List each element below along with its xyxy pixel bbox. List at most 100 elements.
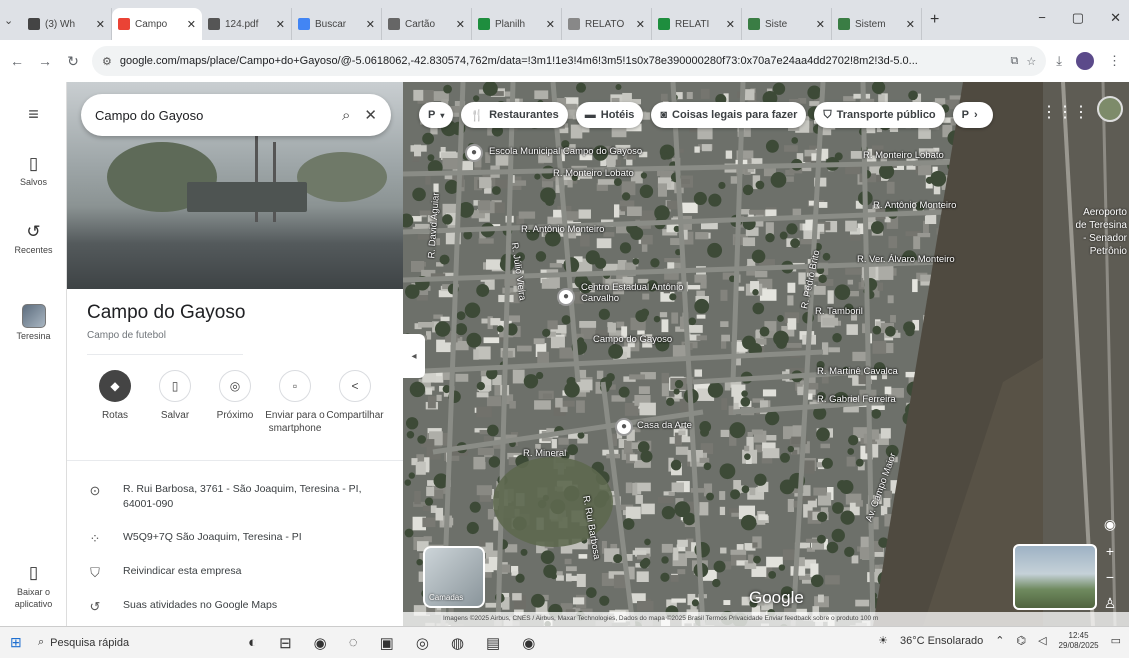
close-tab-icon[interactable]: ✕ xyxy=(546,18,555,31)
close-window-icon[interactable]: ✕ xyxy=(1110,10,1121,26)
profile-avatar[interactable] xyxy=(1076,52,1094,70)
map-tree xyxy=(817,511,828,523)
poi-pin[interactable]: ● xyxy=(615,418,633,436)
poi-pin[interactable]: ● xyxy=(557,288,575,306)
new-tab-button[interactable]: + xyxy=(930,11,939,29)
my-location-icon[interactable]: ◉ xyxy=(1104,516,1116,533)
collapse-panel-button[interactable]: ◂ xyxy=(403,334,425,378)
forward-icon[interactable]: → xyxy=(36,53,54,69)
app-icon[interactable]: ◎ xyxy=(416,634,429,652)
notifications-icon[interactable]: ▭ xyxy=(1111,634,1121,647)
browser-tab[interactable]: (3) Wh ✕ xyxy=(22,8,112,40)
edge-icon[interactable]: ◌ xyxy=(349,634,358,652)
tab-search-icon[interactable]: ⌄ xyxy=(4,14,22,27)
chip-things-to-do[interactable]: ◙ Coisas legais para fazer xyxy=(651,102,807,128)
browser-tab[interactable]: RELATÓ ✕ xyxy=(562,8,652,40)
app-icon[interactable]: ◍ xyxy=(451,634,464,652)
save-button[interactable]: ▯ Salvar xyxy=(145,370,205,435)
app-icon[interactable]: ▤ xyxy=(486,634,500,652)
close-tab-icon[interactable]: ✕ xyxy=(187,18,196,31)
task-view-icon[interactable]: ⊟ xyxy=(279,634,292,652)
reload-icon[interactable]: ↻ xyxy=(64,53,82,70)
chrome-icon[interactable]: ◉ xyxy=(522,634,535,652)
rail-saved[interactable]: ▯ Salvos xyxy=(0,154,67,187)
chip-hotels[interactable]: ▬ Hotéis xyxy=(575,102,644,128)
google-apps-icon[interactable]: ⋮⋮⋮ xyxy=(1041,102,1089,122)
layer-toggle-chip[interactable]: P ▾ xyxy=(419,102,454,128)
chip-parking[interactable]: P › xyxy=(952,102,993,128)
close-tab-icon[interactable]: ✕ xyxy=(276,18,285,31)
layers-button[interactable]: Camadas xyxy=(423,546,485,608)
poi-pin[interactable]: ● xyxy=(465,144,483,162)
minimize-icon[interactable]: − xyxy=(1038,10,1046,26)
browser-tab[interactable]: 124.pdf ✕ xyxy=(202,8,292,40)
network-icon[interactable]: ⌬ xyxy=(1016,634,1026,647)
place-actions: ◆ Rotas ▯ Salvar ◎ Próximo ▫ Enviar para… xyxy=(85,370,395,435)
rail-recent[interactable]: ↺ Recentes xyxy=(0,222,67,255)
chip-restaurants[interactable]: 🍴 Restaurantes xyxy=(461,102,568,128)
maximize-icon[interactable]: ▢ xyxy=(1072,10,1084,26)
zoom-in-button[interactable]: + xyxy=(1106,543,1114,559)
tab-title: Sistem xyxy=(855,18,886,30)
poi-label[interactable]: Campo do Gayoso xyxy=(593,334,672,345)
widgets-icon[interactable]: ◐ xyxy=(248,634,257,652)
map-building xyxy=(426,486,435,497)
browser-tab[interactable]: Sistem ✕ xyxy=(832,8,922,40)
close-tab-icon[interactable]: ✕ xyxy=(96,18,105,31)
browser-tab[interactable]: RELATI ✕ xyxy=(652,8,742,40)
weather-text[interactable]: 36°C Ensolarado xyxy=(900,635,983,647)
street-view-thumbnail[interactable] xyxy=(1013,544,1097,610)
windows-start-icon[interactable]: ⊞ xyxy=(10,634,38,651)
close-tab-icon[interactable]: ✕ xyxy=(726,18,735,31)
close-tab-icon[interactable]: ✕ xyxy=(906,18,915,31)
share-button[interactable]: < Compartilhar xyxy=(325,370,385,435)
close-tab-icon[interactable]: ✕ xyxy=(456,18,465,31)
back-icon[interactable]: ← xyxy=(8,53,26,69)
clock[interactable]: 12:45 29/08/2025 xyxy=(1059,631,1099,650)
poi-label[interactable]: Escola Municipal Campo do Gayoso xyxy=(489,146,642,157)
poi-label[interactable]: Centro Estadual Antônio Carvalho xyxy=(581,282,691,304)
browser-tab[interactable]: Campo ✕ xyxy=(112,8,202,40)
site-info-icon[interactable]: ⚙ xyxy=(102,55,112,68)
map-building xyxy=(752,542,758,548)
browser-tab[interactable]: Buscar ✕ xyxy=(292,8,382,40)
map-building xyxy=(425,388,433,395)
place-category[interactable]: Campo de futebol xyxy=(87,330,166,341)
search-input[interactable] xyxy=(95,107,329,123)
browser-menu-icon[interactable]: ⋮ xyxy=(1108,53,1121,69)
map-building xyxy=(697,127,713,140)
menu-icon[interactable]: ≡ xyxy=(0,104,67,125)
send-to-phone-button[interactable]: ▫ Enviar para o smartphone xyxy=(265,370,325,435)
rail-teresina[interactable]: Teresina xyxy=(0,304,67,341)
chevron-up-icon[interactable]: ⌃ xyxy=(995,634,1004,647)
maps-activity-row[interactable]: ↺ Suas atividades no Google Maps xyxy=(87,598,387,617)
directions-button[interactable]: ◆ Rotas xyxy=(85,370,145,435)
plus-code-row[interactable]: ⁘ W5Q9+7Q São Joaquim, Teresina - PI xyxy=(87,530,387,549)
chip-transit[interactable]: ⛉ Transporte público xyxy=(814,102,945,128)
browser-tab[interactable]: Siste ✕ xyxy=(742,8,832,40)
browser-tab[interactable]: Cartão ✕ xyxy=(382,8,472,40)
download-icon[interactable]: ⤓ xyxy=(1056,53,1062,69)
poi-label[interactable]: Casa da Arte xyxy=(637,420,692,431)
bookmark-star-icon[interactable]: ☆ xyxy=(1026,55,1036,68)
browser-tab[interactable]: Planilh ✕ xyxy=(472,8,562,40)
rail-download-app[interactable]: ▯ Baixar o aplicativo xyxy=(0,562,67,610)
volume-icon[interactable]: ◁ xyxy=(1038,634,1046,647)
open-in-app-icon[interactable]: ⧉ xyxy=(1011,55,1019,68)
close-tab-icon[interactable]: ✕ xyxy=(816,18,825,31)
close-icon[interactable]: ✕ xyxy=(364,106,377,124)
close-tab-icon[interactable]: ✕ xyxy=(366,18,375,31)
url-field[interactable]: ⚙ google.com/maps/place/Campo+do+Gayoso/… xyxy=(92,46,1047,76)
nearby-button[interactable]: ◎ Próximo xyxy=(205,370,265,435)
claim-business-row[interactable]: ⛉ Reivindicar esta empresa xyxy=(87,564,387,583)
store-icon[interactable]: ▣ xyxy=(380,634,394,652)
zoom-out-button[interactable]: − xyxy=(1106,569,1114,585)
user-avatar[interactable] xyxy=(1097,96,1123,122)
pegman-icon[interactable]: ♙ xyxy=(1104,595,1117,612)
taskbar-search[interactable]: ⌕ Pesquisa rápida xyxy=(38,636,188,649)
search-icon[interactable]: ⌕ xyxy=(342,107,350,124)
address-row[interactable]: ⊙ R. Rui Barbosa, 3761 - São Joaquim, Te… xyxy=(87,482,387,512)
close-tab-icon[interactable]: ✕ xyxy=(636,18,645,31)
satellite-map[interactable]: R. Monteiro Lobato R. Monteiro Lobato R.… xyxy=(403,82,1129,626)
app-icon[interactable]: ◉ xyxy=(314,634,327,652)
